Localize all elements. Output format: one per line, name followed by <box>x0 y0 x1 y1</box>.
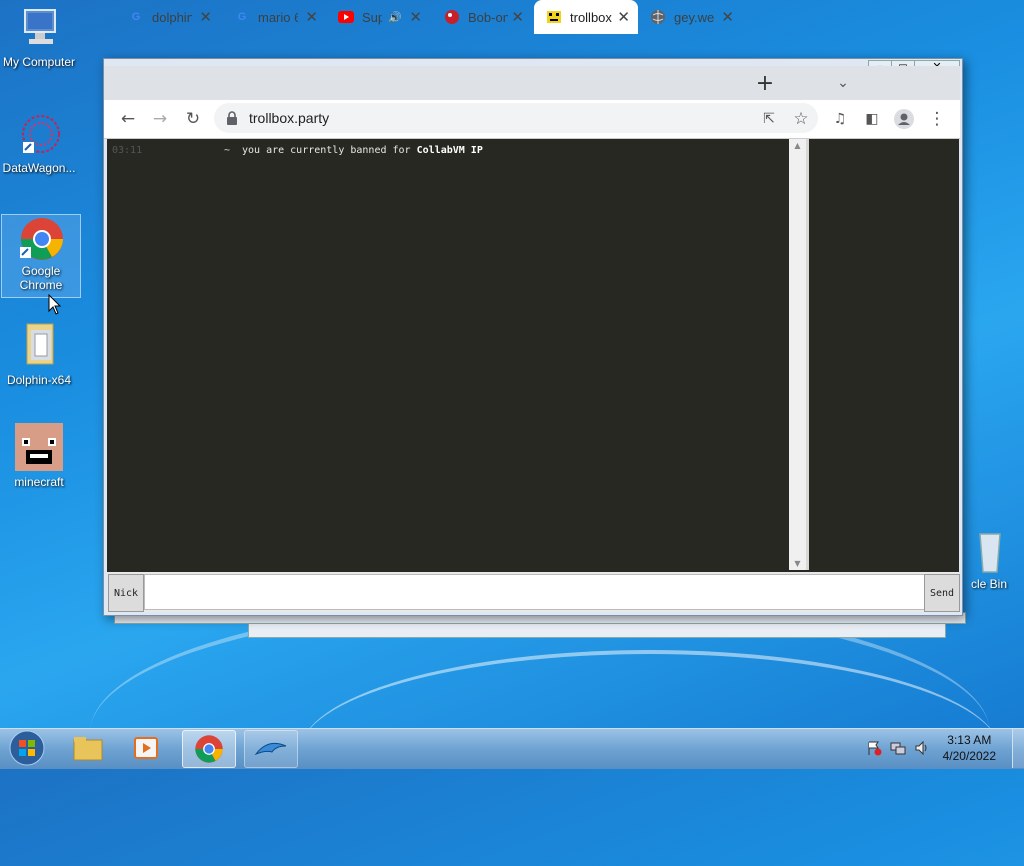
bookmark-star-icon[interactable]: ☆ <box>790 108 812 130</box>
google-icon: G <box>131 11 141 23</box>
message-nick: ~ <box>224 145 231 156</box>
close-tab-icon[interactable]: ✕ <box>617 8 630 26</box>
youtube-icon <box>338 9 354 25</box>
google-icon: G <box>237 11 247 23</box>
bob-favicon <box>444 9 460 25</box>
tab-trollbox[interactable]: trollbox ✕ <box>534 0 638 34</box>
share-icon[interactable]: ⇱ <box>758 108 780 130</box>
back-arrow-icon[interactable]: ← <box>117 108 139 130</box>
tab-title: trollbox <box>570 9 612 25</box>
tab-gey[interactable]: gey.we ✕ <box>638 0 742 34</box>
action-center-flag-icon[interactable] <box>864 728 884 768</box>
user-list <box>809 139 959 570</box>
media-player-icon <box>134 737 158 759</box>
network-icon[interactable] <box>888 728 908 768</box>
tab-youtube[interactable]: Sup 🔊 ✕ <box>326 0 430 34</box>
address-text: trollbox.party <box>249 110 330 126</box>
nick-button[interactable]: Nick <box>108 574 144 612</box>
windows-logo-icon <box>9 730 45 766</box>
taskbar-dolphin[interactable] <box>244 730 298 768</box>
clock-time: 3:13 AM <box>947 733 992 747</box>
taskbar-explorer[interactable] <box>62 730 114 766</box>
taskbar-chrome[interactable] <box>182 730 236 768</box>
tab-title: gey.we <box>674 9 714 25</box>
desktop-icon-dolphin[interactable]: Dolphin-x64 <box>0 318 78 387</box>
datawagon-icon <box>22 115 60 153</box>
mouse-cursor-icon <box>48 294 62 315</box>
desktop-icon-label: cle Bin <box>970 577 1008 591</box>
computer-icon <box>24 9 56 44</box>
clock[interactable]: 3:13 AM 4/20/2022 <box>943 732 996 764</box>
close-tab-icon[interactable]: ✕ <box>511 8 524 26</box>
desktop-icon-label: My Computer <box>2 55 76 69</box>
desktop-icon-label: Dolphin-x64 <box>6 373 72 387</box>
message-time: 03:11 <box>112 145 143 156</box>
desktop-icon-label: DataWagon... <box>2 161 76 175</box>
tab-dolphin[interactable]: G dolphin ✕ <box>116 0 220 34</box>
message-bold-text: CollabVM IP <box>416 145 483 156</box>
tab-title: Sup <box>362 9 382 25</box>
desktop-icon-datawagon[interactable]: DataWagon... <box>0 112 78 175</box>
chat-scrollbar[interactable]: ▲ ▼ <box>789 139 806 570</box>
tab-title: mario 6 <box>258 9 298 25</box>
profile-avatar-icon[interactable] <box>893 108 915 130</box>
desktop-icon-label: Google Chrome <box>19 264 63 292</box>
volume-speaker-icon[interactable] <box>912 728 932 768</box>
side-panel-icon[interactable]: ◧ <box>861 108 883 130</box>
tab-bob[interactable]: Bob-on ✕ <box>432 0 532 34</box>
desktop-icon-minecraft[interactable]: minecraft <box>0 422 78 489</box>
close-tab-icon[interactable]: ✕ <box>409 8 422 26</box>
tab-mario[interactable]: G mario 6 ✕ <box>222 0 326 34</box>
taskbar-media-player[interactable] <box>120 730 172 766</box>
chat-message: 03:11 ~ you are currently banned for Col… <box>112 145 483 156</box>
close-tab-icon[interactable]: ✕ <box>199 8 212 26</box>
speaker-icon: 🔊 <box>388 11 402 24</box>
reload-icon[interactable]: ↻ <box>182 108 204 130</box>
scroll-down-arrow-icon[interactable]: ▼ <box>789 559 806 568</box>
minecraft-icon <box>15 423 63 471</box>
recycle-bin-icon <box>979 533 1001 573</box>
send-button[interactable]: Send <box>924 574 960 612</box>
chrome-icon <box>20 218 63 260</box>
close-tab-icon[interactable]: ✕ <box>305 8 318 26</box>
lock-icon <box>226 110 238 129</box>
show-desktop-button[interactable] <box>1012 729 1024 768</box>
desktop-icon-my-computer[interactable]: My Computer <box>0 6 78 69</box>
tab-title: Bob-on <box>468 9 508 25</box>
chat-log <box>107 139 789 570</box>
close-tab-icon[interactable]: ✕ <box>721 8 734 26</box>
clock-date: 4/20/2022 <box>942 749 996 763</box>
tab-title: dolphin <box>152 9 192 25</box>
desktop-icon-recycle-bin[interactable]: cle Bin <box>954 528 1024 591</box>
chat-input[interactable] <box>144 574 928 610</box>
message-text: you are currently banned for <box>242 145 417 156</box>
dolphin-icon <box>254 742 287 756</box>
media-control-icon[interactable]: ♫ <box>829 108 851 130</box>
globe-icon <box>650 9 666 25</box>
scroll-up-arrow-icon[interactable]: ▲ <box>789 141 806 150</box>
folder-icon <box>73 737 103 761</box>
forward-arrow-icon[interactable]: → <box>149 108 171 130</box>
chrome-icon <box>195 735 223 763</box>
menu-kebab-icon[interactable]: ⋮ <box>926 108 948 130</box>
tab-search-chevron-icon[interactable]: ⌄ <box>832 72 854 94</box>
desktop-icon-label: minecraft <box>14 475 64 489</box>
folder-icon <box>26 323 54 365</box>
new-tab-plus-icon[interactable]: + <box>754 71 776 96</box>
start-button[interactable] <box>2 729 52 767</box>
trollbox-favicon <box>546 9 562 25</box>
desktop-icon-google-chrome[interactable]: Google Chrome <box>1 214 81 298</box>
